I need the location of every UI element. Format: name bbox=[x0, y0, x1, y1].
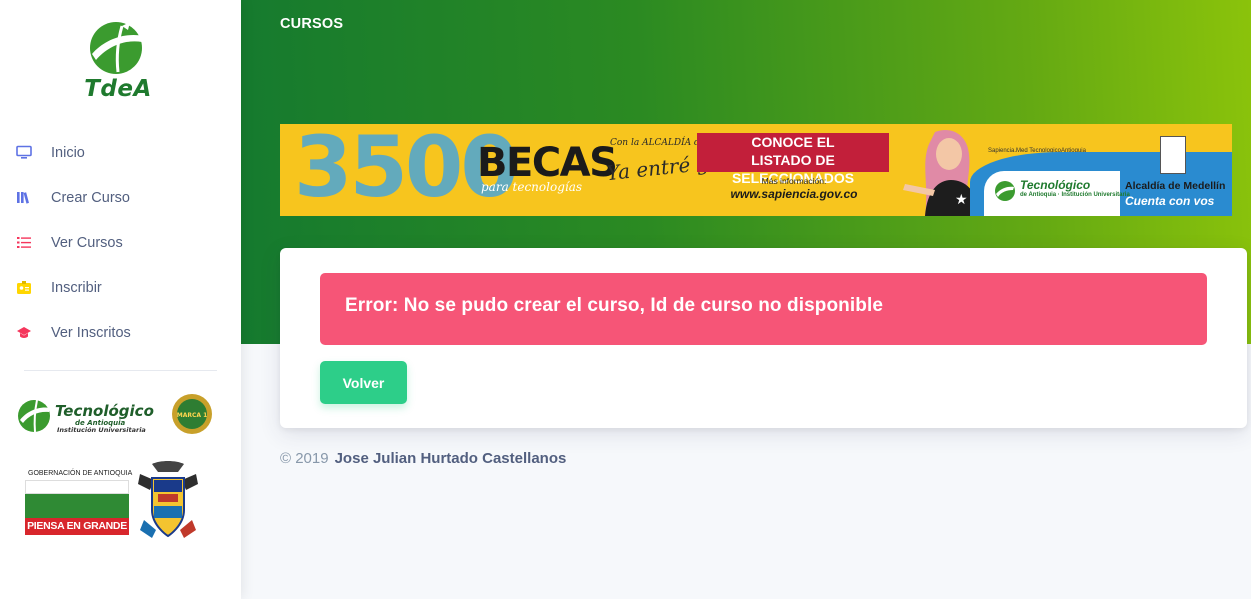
banner-alcaldia: Alcaldía de Medellín bbox=[1125, 180, 1226, 192]
sidebar: TdeA Inicio Crear Curso Ver Cursos Inscr… bbox=[0, 0, 241, 599]
sidebar-item-label: Ver Cursos bbox=[51, 234, 123, 251]
footer-author-link[interactable]: Jose Julian Hurtado Castellanos bbox=[335, 450, 567, 467]
banner-cuenta: Cuenta con vos bbox=[1125, 194, 1215, 208]
banner-info: Más información: bbox=[761, 176, 827, 186]
tda-sub2: Institución Universitaria bbox=[57, 426, 146, 434]
sidebar-item-crear-curso[interactable]: Crear Curso bbox=[0, 175, 241, 220]
back-button[interactable]: Volver bbox=[320, 361, 407, 404]
sidebar-item-ver-inscritos[interactable]: Ver Inscritos bbox=[0, 310, 241, 355]
gob-slogan: PIENSA EN GRANDE bbox=[25, 518, 129, 535]
graduation-cap-icon bbox=[15, 324, 32, 341]
monitor-icon bbox=[15, 144, 32, 161]
banner-tec-sub: de Antioquia · Institución Universitaria bbox=[1020, 192, 1130, 198]
tdea-logo-icon bbox=[90, 22, 144, 74]
result-card: Error: No se pudo crear el curso, Id de … bbox=[280, 248, 1247, 428]
banner-tda-icon bbox=[995, 181, 1015, 201]
sidebar-divider bbox=[24, 370, 217, 371]
tda-title: Tecnológico bbox=[55, 402, 154, 420]
colombia-shield-icon bbox=[138, 461, 198, 538]
banner-para: para tecnologías bbox=[481, 180, 583, 194]
sidebar-item-inscribir[interactable]: Inscribir bbox=[0, 265, 241, 310]
tecnologico-antioquia-logo: Tecnológico de Antioquia Institución Uni… bbox=[17, 392, 217, 438]
brand-name: TdeA bbox=[84, 76, 152, 102]
list-icon bbox=[15, 234, 32, 251]
gob-title: GOBERNACIÓN DE ANTIOQUIA bbox=[28, 470, 133, 477]
svg-text:★: ★ bbox=[955, 192, 968, 208]
sidebar-item-label: Inscribir bbox=[51, 279, 102, 296]
badge-icon bbox=[15, 279, 32, 296]
footer-copyright: © 2019 bbox=[280, 450, 329, 467]
sidebar-item-ver-cursos[interactable]: Ver Cursos bbox=[0, 220, 241, 265]
page-title: CURSOS bbox=[280, 16, 344, 32]
gobernacion-antioquia-logo: GOBERNACIÓN DE ANTIOQUIA PIENSA EN GRAND… bbox=[22, 458, 207, 544]
sidebar-nav: Inicio Crear Curso Ver Cursos Inscribir … bbox=[0, 130, 241, 355]
sidebar-item-label: Crear Curso bbox=[51, 189, 130, 206]
footer: © 2019 Jose Julian Hurtado Castellanos bbox=[280, 450, 566, 467]
books-icon bbox=[15, 189, 32, 206]
brand-logo[interactable]: TdeA bbox=[78, 18, 158, 104]
sidebar-item-label: Inicio bbox=[51, 144, 85, 161]
error-alert: Error: No se pudo crear el curso, Id de … bbox=[320, 273, 1207, 345]
sidebar-item-label: Ver Inscritos bbox=[51, 324, 131, 341]
sidebar-item-inicio[interactable]: Inicio bbox=[0, 130, 241, 175]
banner-medellin-shield-icon bbox=[1160, 136, 1186, 174]
tda-seal-text: MARCA 1 bbox=[177, 412, 208, 419]
banner-tec-name: Tecnológico bbox=[1020, 178, 1091, 192]
banner-website: www.sapiencia.gov.co bbox=[730, 187, 858, 201]
banner-cta: CONOCE EL LISTADO DE SELECCIONADOS bbox=[697, 133, 889, 186]
error-message: Error: No se pudo crear el curso, Id de … bbox=[345, 295, 884, 316]
becas-banner[interactable]: 3500 BECAS para tecnologías Con la ALCAL… bbox=[280, 124, 1232, 216]
